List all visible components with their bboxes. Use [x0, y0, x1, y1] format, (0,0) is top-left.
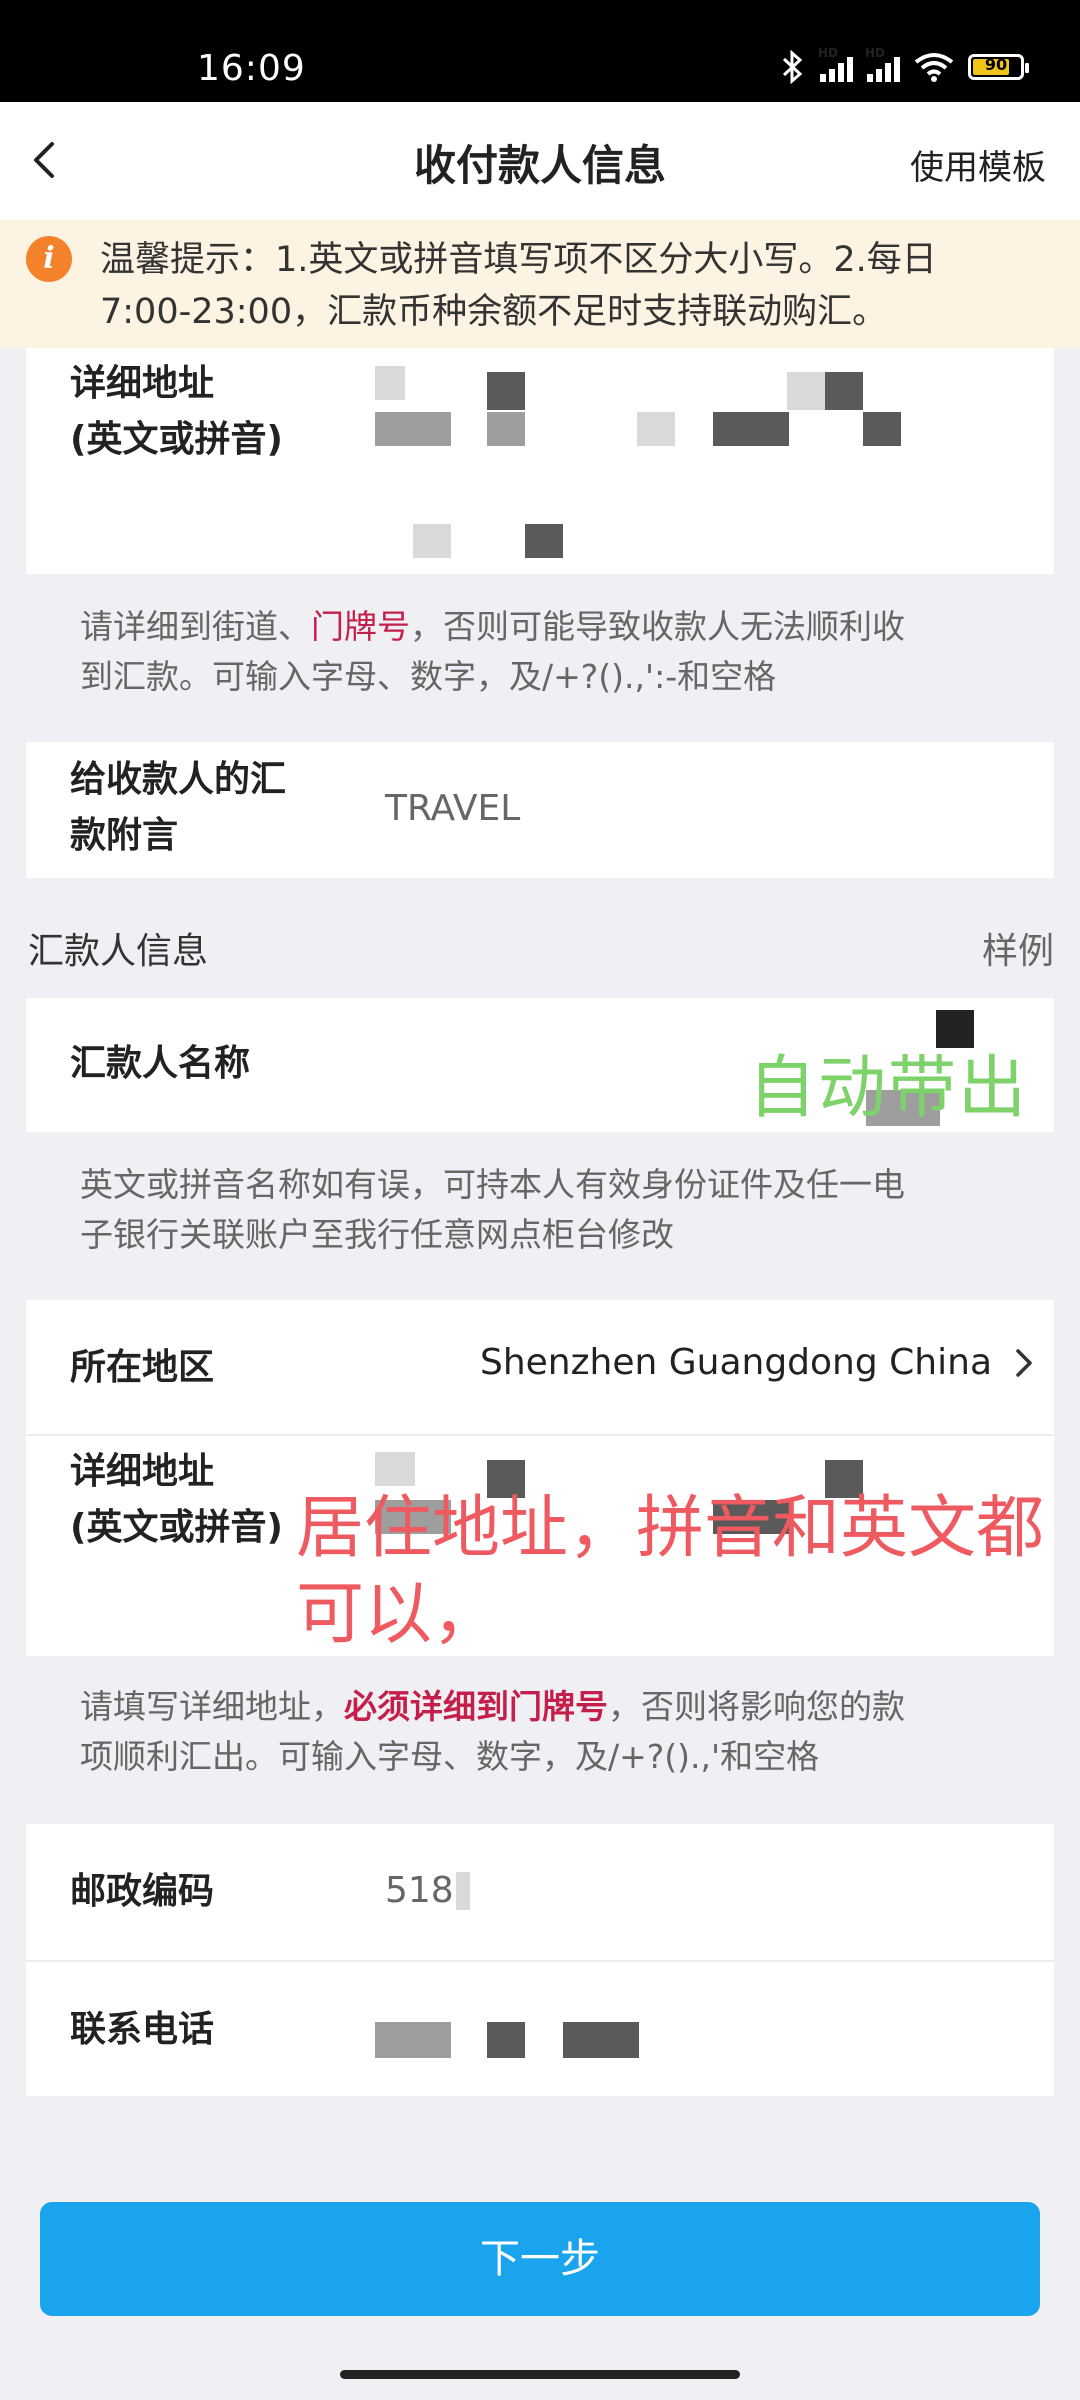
payee-address-label: 详细地址 (英文或拼音)	[70, 356, 283, 468]
bluetooth-icon	[782, 50, 803, 84]
payee-address-hint-line1: 请详细到街道、门牌号，否则可能导致收款人无法顺利收	[80, 602, 1040, 652]
remitter-address-hint: 请填写详细地址，必须详细到门牌号，否则将影响您的款 项顺利汇出。可输入字母、数字…	[80, 1682, 1040, 1782]
notice-text: 温馨提示：1.英文或拼音填写项不区分大小写。2.每日 7:00-23:00，汇款…	[100, 234, 1060, 338]
payee-address-hint-b: ，否则可能导致收款人无法顺利收	[410, 607, 905, 646]
payee-address-hint-highlight: 门牌号	[311, 607, 410, 646]
annotation-address-note: 居住地址，拼音和英文都 可以，	[296, 1486, 1044, 1658]
memo-label: 给收款人的汇 款附言	[70, 752, 286, 864]
region-value: Shenzhen Guangdong China	[479, 1342, 992, 1383]
postcode-value[interactable]: 518	[385, 1870, 470, 1911]
postcode-value-text: 518	[385, 1870, 454, 1911]
remitter-name-hint: 英文或拼音名称如有误，可持本人有效身份证件及任一电 子银行关联账户至我行任意网点…	[80, 1160, 1040, 1260]
payee-address-label-line2: (英文或拼音)	[70, 419, 283, 460]
phone-label: 联系电话	[70, 2009, 215, 2050]
payee-address-hint-a: 请详细到街道、	[80, 607, 311, 646]
postcode-redacted	[455, 1871, 470, 1910]
remitter-address-hint-highlight: 必须详细到门牌号	[344, 1687, 608, 1726]
status-time: 16:09	[197, 48, 306, 89]
remitter-address-label-line2: (英文或拼音)	[70, 1507, 283, 1548]
payee-address-hint: 请详细到街道、门牌号，否则可能导致收款人无法顺利收 到汇款。可输入字母、数字，及…	[80, 602, 1040, 702]
annotation-auto-fill: 自动带出	[748, 1049, 1029, 1128]
chevron-right-icon	[1016, 1348, 1032, 1377]
signal-1-icon: HD	[818, 46, 853, 82]
wifi-icon	[914, 53, 954, 82]
phone-value-redacted[interactable]	[375, 2022, 675, 2062]
next-step-button[interactable]: 下一步	[40, 2202, 1040, 2316]
signal-2-icon: HD	[865, 46, 900, 82]
payee-address-value-redacted	[375, 366, 1015, 566]
region-selector[interactable]: Shenzhen Guangdong China	[480, 1342, 1034, 1383]
remitter-address-label: 详细地址 (英文或拼音)	[70, 1444, 283, 1556]
remitter-address-hint-line2: 项顺利汇出。可输入字母、数字，及/+?().,'和空格	[80, 1737, 820, 1776]
use-template-button[interactable]: 使用模板	[910, 140, 1046, 189]
battery-level: 90	[984, 55, 1008, 74]
remitter-example-link[interactable]: 样例	[982, 922, 1054, 974]
payee-address-label-line1: 详细地址	[70, 363, 215, 404]
info-icon: i	[26, 236, 72, 282]
remitter-address-hint-a: 请填写详细地址，	[80, 1687, 344, 1726]
remitter-address-hint-line1: 请填写详细地址，必须详细到门牌号，否则将影响您的款	[80, 1682, 1040, 1732]
remitter-section-title: 汇款人信息	[28, 931, 209, 972]
postcode-label: 邮政编码	[70, 1871, 215, 1912]
annotation-address-note-line1: 居住地址，拼音和英文都	[296, 1489, 1045, 1568]
memo-label-line2: 款附言	[70, 815, 179, 856]
remitter-name-label: 汇款人名称	[70, 1043, 251, 1084]
payee-address-hint-line2: 到汇款。可输入字母、数字，及/+?().,':-和空格	[80, 657, 777, 696]
notice-line-1: 温馨提示：1.英文或拼音填写项不区分大小写。2.每日	[100, 240, 937, 280]
memo-value[interactable]: TRAVEL	[385, 788, 520, 829]
remitter-address-label-line1: 详细地址	[70, 1451, 215, 1492]
remitter-address-hint-b: ，否则将影响您的款	[608, 1687, 905, 1726]
status-icons: HD HD 90	[780, 46, 1029, 84]
contact-divider	[26, 1960, 1054, 1962]
remitter-name-hint-line1: 英文或拼音名称如有误，可持本人有效身份证件及任一电	[80, 1165, 905, 1204]
home-indicator[interactable]	[340, 2370, 740, 2379]
region-divider	[26, 1434, 1054, 1436]
battery-icon: 90	[968, 54, 1029, 80]
notice-line-2: 7:00-23:00，汇款币种余额不足时支持联动购汇。	[100, 292, 888, 332]
remitter-name-hint-line2: 子银行关联账户至我行任意网点柜台修改	[80, 1215, 674, 1254]
annotation-address-note-line2: 可以，	[296, 1575, 501, 1654]
memo-label-line1: 给收款人的汇	[70, 759, 287, 800]
region-label: 所在地区	[70, 1347, 215, 1388]
